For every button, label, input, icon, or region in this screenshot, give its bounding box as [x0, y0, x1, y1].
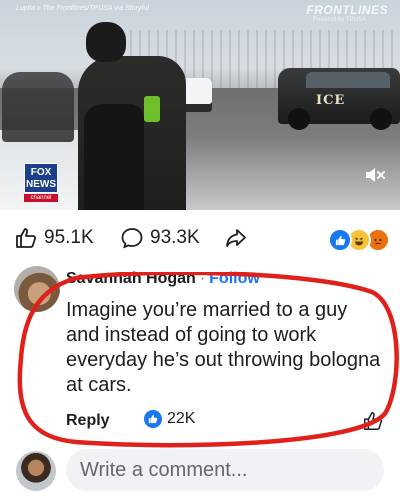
write-comment-input[interactable]: Write a comment... [66, 449, 384, 491]
bystanders [2, 72, 74, 142]
frontlines-watermark: FRONTLINES [306, 3, 388, 17]
fox-news-logo: FOX NEWS channel [24, 163, 58, 203]
like-reaction-icon [328, 228, 352, 252]
person-with-backpack [78, 22, 188, 210]
vehicle-ice-text: ICE [316, 93, 346, 108]
share-arrow-icon [226, 229, 246, 247]
comment-header: Savannah Hogan · Follow [66, 270, 260, 288]
comment-count: 93.3K [150, 227, 200, 248]
speaker-muted-icon[interactable] [364, 166, 386, 184]
reply-button[interactable]: Reply [66, 412, 110, 430]
like-comment-icon[interactable] [362, 410, 384, 437]
like-button[interactable]: 95.1K [14, 226, 94, 250]
thumbs-up-icon [16, 228, 37, 248]
comment: Savannah Hogan · Follow Imagine you’re mar… [0, 262, 400, 442]
like-count: 95.1K [44, 227, 94, 248]
comment-actions: Reply 22K [66, 410, 386, 436]
comment-like-number: 22K [167, 410, 196, 427]
commenter-name[interactable]: Savannah Hogan [66, 270, 196, 287]
reaction-icons[interactable] [328, 228, 390, 252]
comment-bubble-icon [121, 228, 143, 249]
commenter-avatar[interactable] [14, 266, 60, 312]
video-credit-caption: Lupita x The Frontlines/TPUSA via Storyf… [16, 5, 149, 12]
comment-composer: Write a comment... [0, 445, 400, 500]
video-player[interactable]: ICE Lupita x The Frontlines/TPUSA via St… [0, 0, 400, 210]
comment-text: Imagine you’re married to a guy and inst… [66, 299, 381, 396]
user-avatar[interactable] [16, 451, 56, 491]
follow-button[interactable]: Follow [209, 270, 260, 287]
share-button[interactable] [224, 226, 254, 250]
frontlines-watermark-sub: Powered by TPUSA [312, 17, 366, 23]
reaction-stats-bar: 95.1K 93.3K [0, 218, 400, 258]
comment-button[interactable]: 93.3K [120, 226, 200, 250]
separator-dot: · [199, 270, 206, 287]
like-reaction-icon [144, 410, 162, 428]
comment-like-count[interactable]: 22K [144, 410, 195, 428]
